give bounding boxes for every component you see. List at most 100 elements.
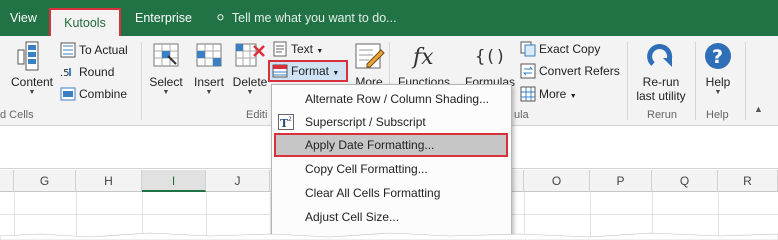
format-button[interactable]: Format ▼: [268, 60, 348, 82]
column-header-j[interactable]: J: [206, 170, 270, 192]
menu-item-clear-all-formatting[interactable]: Clear All Cells Formatting: [272, 181, 511, 205]
rerun-arrow-icon: [647, 44, 673, 67]
menu-item-alternate-shading[interactable]: Alternate Row / Column Shading...: [272, 87, 511, 111]
select-icon: [153, 43, 179, 67]
convert-refers-label: Convert Refers: [539, 64, 620, 78]
group-label-formula: ula: [514, 109, 529, 121]
group-separator: [141, 42, 142, 120]
tab-kutools[interactable]: Kutools: [49, 8, 121, 36]
select-label: Select: [149, 75, 183, 89]
exact-copy-icon: [520, 41, 536, 57]
formula-braces-icon: {()}: [475, 47, 506, 67]
tab-enterprise[interactable]: Enterprise: [135, 0, 192, 36]
round-icon: .5: [60, 68, 71, 79]
more-button[interactable]: More: [352, 40, 386, 89]
chevron-down-icon: ▼: [246, 89, 254, 96]
chevron-down-icon: ▼: [569, 93, 577, 100]
insert-label: Insert: [193, 75, 224, 89]
insert-button[interactable]: Insert ▼: [189, 40, 229, 97]
to-actual-icon: [60, 42, 76, 58]
menu-item-label: Alternate Row / Column Shading...: [305, 92, 490, 106]
functions-button[interactable]: fx Functions: [395, 40, 453, 89]
tell-me-box[interactable]: ⚪ Tell me what you want to do...: [215, 0, 397, 36]
help-button[interactable]: ? Help ▼: [700, 40, 736, 97]
more-grid-icon: [520, 86, 536, 102]
exact-copy-label: Exact Copy: [539, 42, 601, 56]
ribbon-tab-bar: View Kutools Enterprise ⚪ Tell me what yo…: [0, 0, 778, 36]
column-header-p[interactable]: P: [590, 170, 652, 192]
round-button[interactable]: .5 Round: [60, 61, 114, 83]
to-actual-label: To Actual: [79, 43, 128, 57]
format-dropdown-menu: Alternate Row / Column Shading... T2 Sup…: [271, 84, 512, 240]
column-header-o[interactable]: O: [524, 170, 590, 192]
help-question-icon: ?: [705, 43, 731, 69]
tab-view[interactable]: View: [10, 0, 37, 36]
rerun-label-line2: last utility: [636, 89, 686, 103]
delete-icon: [235, 43, 265, 67]
rerun-label-line1: Re-run: [642, 75, 680, 89]
combine-label: Combine: [79, 87, 128, 101]
convert-refers-icon: [520, 63, 536, 79]
chevron-down-icon: ▼: [332, 70, 340, 77]
group-separator: [695, 42, 696, 120]
content-button[interactable]: Content ▼: [8, 40, 56, 97]
format-label: Format: [291, 64, 330, 78]
delete-label: Delete: [232, 75, 268, 89]
combine-button[interactable]: Combine: [60, 83, 127, 105]
text-icon: [273, 41, 287, 57]
menu-item-apply-date-formatting[interactable]: Apply Date Formatting...: [274, 133, 508, 157]
text-button[interactable]: Text ▼: [272, 38, 323, 60]
chevron-down-icon: ▼: [28, 89, 36, 96]
column-header-partial: [0, 170, 14, 192]
insert-icon: [196, 43, 222, 67]
chevron-down-icon: ▼: [714, 89, 722, 96]
chevron-down-icon: ▼: [316, 48, 324, 55]
function-fx-icon: fx: [411, 45, 434, 70]
menu-item-label: Superscript / Subscript: [305, 115, 426, 129]
exact-copy-button[interactable]: Exact Copy: [520, 38, 600, 60]
menu-item-superscript-subscript[interactable]: T2 Superscript / Subscript: [272, 110, 511, 134]
collapse-ribbon-icon[interactable]: ▲: [754, 98, 763, 120]
menu-item-adjust-cell-size[interactable]: Adjust Cell Size...: [272, 205, 511, 229]
svg-text:?: ?: [712, 46, 723, 68]
column-header-g[interactable]: G: [14, 170, 76, 192]
combine-icon: [60, 87, 76, 101]
rerun-button[interactable]: Re-run last utility: [630, 40, 692, 103]
svg-text:fx: fx: [411, 45, 434, 70]
group-label-rerun: Rerun: [647, 109, 677, 121]
menu-item-label: Clear All Cells Formatting: [305, 186, 441, 200]
format-icon: [272, 64, 288, 78]
help-label: Help: [705, 75, 731, 89]
select-button[interactable]: Select ▼: [145, 40, 187, 97]
round-label: Round: [79, 65, 115, 79]
chevron-down-icon: ▼: [162, 89, 170, 96]
torn-edge: [0, 232, 778, 240]
to-actual-button[interactable]: To Actual: [60, 39, 128, 61]
column-header-r[interactable]: R: [718, 170, 778, 192]
menu-item-label: Copy Cell Formatting...: [305, 162, 428, 176]
group-label-editing: Editi: [246, 109, 268, 121]
column-header-h[interactable]: H: [76, 170, 142, 192]
menu-item-label: Apply Date Formatting...: [305, 138, 435, 152]
more-formula-button[interactable]: More ▼: [520, 83, 577, 105]
svg-text:2: 2: [288, 116, 292, 123]
formulas-button[interactable]: {()} Formulas: [462, 40, 518, 89]
more-formula-label: More: [539, 87, 567, 101]
chevron-down-icon: ▼: [205, 89, 213, 96]
menu-item-label: Adjust Cell Size...: [305, 210, 400, 224]
svg-text:.5: .5: [60, 68, 70, 79]
column-header-i[interactable]: I: [142, 170, 206, 192]
edit-pencil-icon: [355, 43, 385, 69]
content-label: Content: [10, 75, 54, 89]
column-header-q[interactable]: Q: [652, 170, 718, 192]
group-separator: [745, 42, 746, 120]
tell-me-text: Tell me what you want to do...: [231, 11, 397, 25]
group-label-cells: d Cells: [0, 109, 34, 121]
group-separator: [627, 42, 628, 120]
menu-item-copy-cell-formatting[interactable]: Copy Cell Formatting...: [272, 157, 511, 181]
text-label: Text: [291, 42, 314, 56]
superscript-icon: T2: [278, 114, 294, 130]
convert-refers-button[interactable]: Convert Refers: [520, 60, 620, 82]
svg-text:{()}: {()}: [475, 47, 506, 67]
delete-button[interactable]: Delete ▼: [231, 40, 269, 97]
